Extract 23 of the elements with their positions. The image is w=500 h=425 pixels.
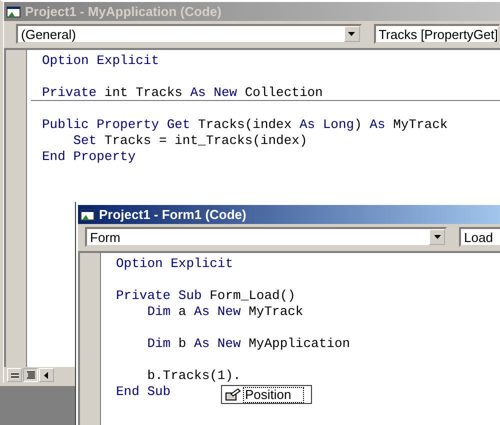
window-title: Project1 - Form1 (Code) — [99, 207, 246, 222]
code-line: Private Sub Form_Load() — [116, 288, 296, 303]
procedure-dropdown[interactable]: Load — [459, 227, 500, 247]
code-line: b.Tracks(1). — [146, 368, 241, 383]
procedure-dropdown[interactable]: Tracks [PropertyGet] — [374, 24, 500, 44]
code-line: End Sub — [116, 384, 171, 399]
code-line: Option Explicit — [116, 256, 234, 271]
code-line: Option Explicit — [42, 53, 160, 68]
window-title: Project1 - MyApplication (Code) — [25, 4, 222, 19]
code-line: Dim b As New MyApplication — [146, 336, 350, 351]
code-line: Set Tracks = int_Tracks(index) — [72, 133, 308, 148]
object-dropdown[interactable]: (General) — [16, 24, 362, 44]
code-line: Public Property Get Tracks(index As Long) As MyTrack — [42, 117, 448, 132]
procedure-view-icon[interactable] — [7, 368, 22, 382]
scroll-left-icon[interactable] — [39, 368, 54, 382]
code-window-icon — [80, 208, 96, 222]
code-window-icon — [6, 4, 22, 18]
full-module-view-icon[interactable] — [23, 368, 38, 382]
property-icon — [225, 388, 241, 401]
code-line: Dim a As New MyTrack — [146, 304, 304, 319]
object-dropdown[interactable]: Form — [85, 227, 447, 247]
code-line: Private int Tracks As New Collection — [42, 85, 323, 100]
code-line: End Property — [42, 149, 136, 164]
